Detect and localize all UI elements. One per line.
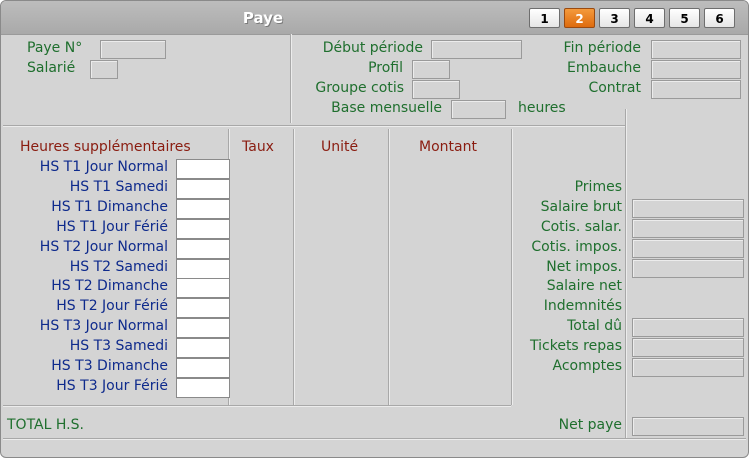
salaire-brut-label: Salaire brut — [540, 199, 622, 215]
cotis-impos-field[interactable] — [632, 239, 744, 258]
net-impos-field[interactable] — [632, 259, 744, 278]
row-label-hs-t2-jour-ferie: HS T2 Jour Férié — [56, 298, 168, 314]
base-mensuelle-field[interactable] — [451, 100, 506, 119]
cotis-salar-field[interactable] — [632, 219, 744, 238]
hs-t3-jour-normal-input[interactable] — [176, 318, 230, 338]
fin-periode-label: Fin période — [563, 40, 641, 56]
row-label-hs-t2-dimanche: HS T2 Dimanche — [51, 278, 168, 294]
tickets-repas-label: Tickets repas — [530, 338, 622, 354]
hs-t2-jour-ferie-input[interactable] — [176, 298, 230, 318]
salaire-net-label: Salaire net — [546, 278, 622, 294]
paye-window: Paye 1 2 3 4 5 6 Paye N° Salarié Début p… — [0, 0, 749, 458]
hs-t2-dimanche-input[interactable] — [176, 278, 230, 298]
hs-t2-jour-normal-input[interactable] — [176, 239, 230, 259]
row-label-hs-t3-dimanche: HS T3 Dimanche — [51, 358, 168, 374]
base-mensuelle-label: Base mensuelle — [331, 100, 442, 116]
net-paye-field[interactable] — [632, 417, 744, 436]
embauche-field[interactable] — [651, 60, 741, 79]
table-col-divider-3 — [388, 129, 390, 405]
summary-column-divider — [625, 109, 627, 438]
tab-4[interactable]: 4 — [634, 8, 665, 28]
hs-t1-samedi-input[interactable] — [176, 179, 230, 199]
table-col-divider-2 — [293, 129, 295, 405]
section-divider — [3, 125, 625, 127]
table-bottom-divider — [3, 405, 511, 407]
embauche-label: Embauche — [566, 60, 641, 76]
salarie-label: Salarié — [27, 60, 76, 76]
row-label-hs-t3-jour-ferie: HS T3 Jour Férié — [56, 378, 168, 394]
tab-5[interactable]: 5 — [669, 8, 700, 28]
col-montant: Montant — [419, 139, 477, 155]
debut-periode-field[interactable] — [431, 40, 522, 59]
heures-unit-label: heures — [518, 100, 566, 116]
total-hs-label: TOTAL H.S. — [7, 417, 84, 433]
row-label-hs-t1-jour-ferie: HS T1 Jour Férié — [56, 219, 168, 235]
footer-divider — [3, 438, 746, 440]
row-label-hs-t1-samedi: HS T1 Samedi — [69, 179, 168, 195]
acomptes-label: Acomptes — [552, 358, 622, 374]
tab-1[interactable]: 1 — [529, 8, 560, 28]
cotis-impos-label: Cotis. impos. — [531, 239, 622, 255]
tab-6[interactable]: 6 — [704, 8, 735, 28]
cotis-salar-label: Cotis. salar. — [540, 219, 622, 235]
hs-t1-dimanche-input[interactable] — [176, 199, 230, 219]
hs-t1-jour-normal-input[interactable] — [176, 159, 230, 179]
groupe-cotis-label: Groupe cotis — [315, 80, 404, 96]
salarie-field[interactable] — [90, 60, 118, 79]
window-title: Paye — [242, 9, 284, 27]
acomptes-field[interactable] — [632, 358, 744, 377]
contrat-label: Contrat — [588, 80, 641, 96]
paye-no-label: Paye N° — [27, 40, 83, 56]
contrat-field[interactable] — [651, 80, 741, 99]
total-du-field[interactable] — [632, 318, 744, 337]
row-label-hs-t2-samedi: HS T2 Samedi — [69, 259, 168, 275]
hs-t3-samedi-input[interactable] — [176, 338, 230, 358]
col-taux: Taux — [242, 139, 274, 155]
header-divider-left — [290, 34, 292, 123]
net-paye-label: Net paye — [558, 417, 622, 433]
hs-t1-jour-ferie-input[interactable] — [176, 219, 230, 239]
groupe-cotis-field[interactable] — [412, 80, 460, 99]
row-label-hs-t3-jour-normal: HS T3 Jour Normal — [39, 318, 168, 334]
primes-label: Primes — [574, 179, 622, 195]
hs-t2-samedi-input[interactable] — [176, 259, 230, 279]
row-label-hs-t1-dimanche: HS T1 Dimanche — [51, 199, 168, 215]
tab-2[interactable]: 2 — [564, 8, 595, 28]
indemnites-label: Indemnités — [543, 298, 622, 314]
profil-label: Profil — [368, 60, 403, 76]
col-heures-supplementaires: Heures supplémentaires — [20, 139, 191, 155]
total-du-label: Total dû — [567, 318, 622, 334]
hs-t3-jour-ferie-input[interactable] — [176, 378, 230, 398]
debut-periode-label: Début période — [322, 40, 423, 56]
row-label-hs-t2-jour-normal: HS T2 Jour Normal — [39, 239, 168, 255]
hs-t3-dimanche-input[interactable] — [176, 358, 230, 378]
salaire-brut-field[interactable] — [632, 199, 744, 218]
row-label-hs-t3-samedi: HS T3 Samedi — [69, 338, 168, 354]
title-bar: Paye 1 2 3 4 5 6 — [1, 1, 748, 35]
col-unite: Unité — [321, 139, 359, 155]
profil-field[interactable] — [412, 60, 450, 79]
fin-periode-field[interactable] — [651, 40, 741, 59]
tickets-repas-field[interactable] — [632, 338, 744, 357]
row-label-hs-t1-jour-normal: HS T1 Jour Normal — [39, 159, 168, 175]
net-impos-label: Net impos. — [546, 259, 622, 275]
tab-3[interactable]: 3 — [599, 8, 630, 28]
paye-no-field[interactable] — [100, 40, 166, 59]
